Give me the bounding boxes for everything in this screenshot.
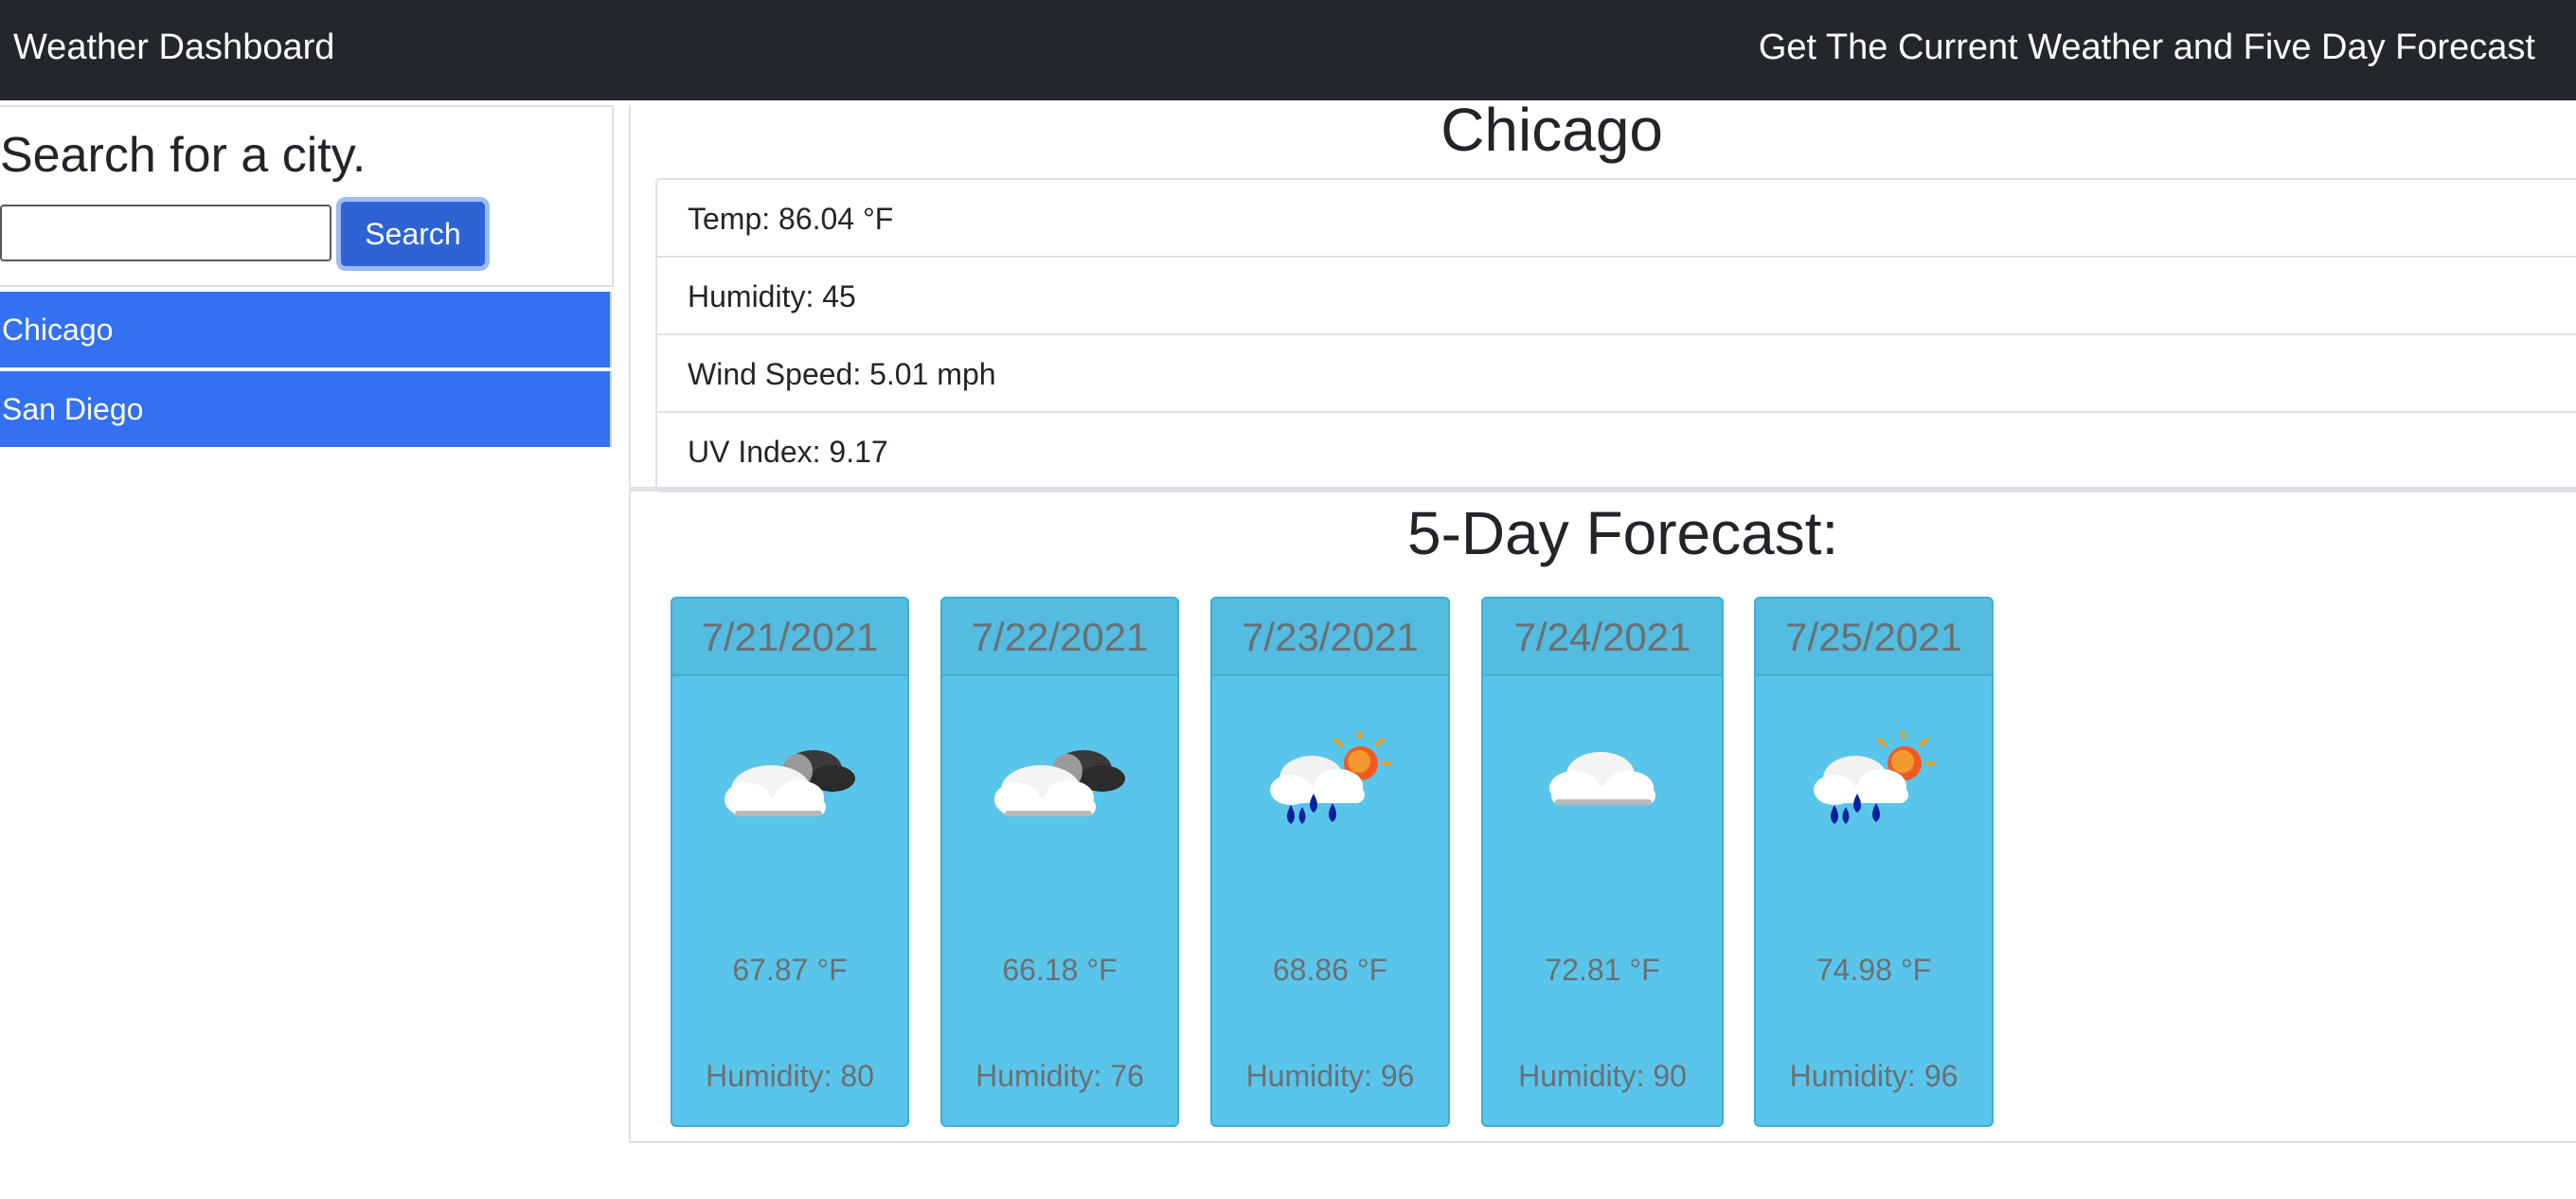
forecast-temp: 67.87 °F [732,953,848,987]
city-search-input[interactable] [0,205,331,261]
forecast-card: 7/24/2021 72.81 °F Humidity: 90 [1481,597,1724,1127]
search-panel: Search for a city. Search [0,105,614,287]
search-heading: Search for a city. [0,128,367,183]
forecast-panel: 5-Day Forecast: 7/21/2021 67.87 °F Humid… [629,492,2576,1143]
forecast-humidity: Humidity: 96 [1245,1059,1415,1093]
forecast-temp: 66.18 °F [1002,953,1118,987]
current-city-name: Chicago [1440,96,1663,164]
cloud-icon [1483,731,1722,835]
broken-clouds-icon [672,731,907,835]
forecast-card: 7/21/2021 67.87 °F Humidity: 80 [671,597,909,1127]
current-stats-list: Temp: 86.04 °F Humidity: 45 Wind Speed: … [655,178,2576,492]
history-item-san-diego[interactable]: San Diego [0,371,612,447]
current-uv-index: UV Index: 9.17 [688,435,888,469]
forecast-temp: 72.81 °F [1545,953,1660,987]
forecast-date: 7/22/2021 [942,599,1177,676]
rain-sun-icon [1212,731,1448,835]
current-temp: Temp: 86.04 °F [657,180,2576,258]
current-wind-speed: Wind Speed: 5.01 mph [657,335,2576,413]
forecast-date: 7/25/2021 [1756,599,1992,676]
search-history-list: Chicago San Diego [0,292,614,451]
search-button[interactable]: Search [336,197,490,271]
broken-clouds-icon [942,731,1177,835]
history-item-chicago[interactable]: Chicago [0,292,612,367]
brand-title[interactable]: Weather Dashboard [13,26,334,69]
navbar-tagline: Get The Current Weather and Five Day For… [1758,27,2535,67]
forecast-card: 7/25/2021 74.98 °F Humidity: 96 [1754,597,1994,1127]
forecast-card: 7/23/2021 68.86 °F Humidity: 96 [1210,597,1450,1127]
rain-sun-icon [1756,731,1992,835]
navbar: Weather Dashboard Get The Current Weathe… [0,0,2576,100]
forecast-humidity: Humidity: 90 [1518,1059,1687,1093]
current-weather-panel: Chicago Temp: 86.04 °F Humidity: 45 Wind… [629,96,2576,492]
forecast-humidity: Humidity: 80 [706,1059,874,1093]
current-humidity: Humidity: 45 [657,258,2576,335]
forecast-date: 7/23/2021 [1212,599,1448,676]
forecast-card: 7/22/2021 66.18 °F Humidity: 76 [940,597,1179,1127]
forecast-temp: 74.98 °F [1816,953,1932,987]
forecast-temp: 68.86 °F [1272,953,1388,987]
forecast-humidity: Humidity: 96 [1789,1059,1959,1093]
forecast-date: 7/24/2021 [1483,599,1722,676]
forecast-humidity: Humidity: 76 [975,1059,1144,1093]
forecast-date: 7/21/2021 [672,599,907,676]
